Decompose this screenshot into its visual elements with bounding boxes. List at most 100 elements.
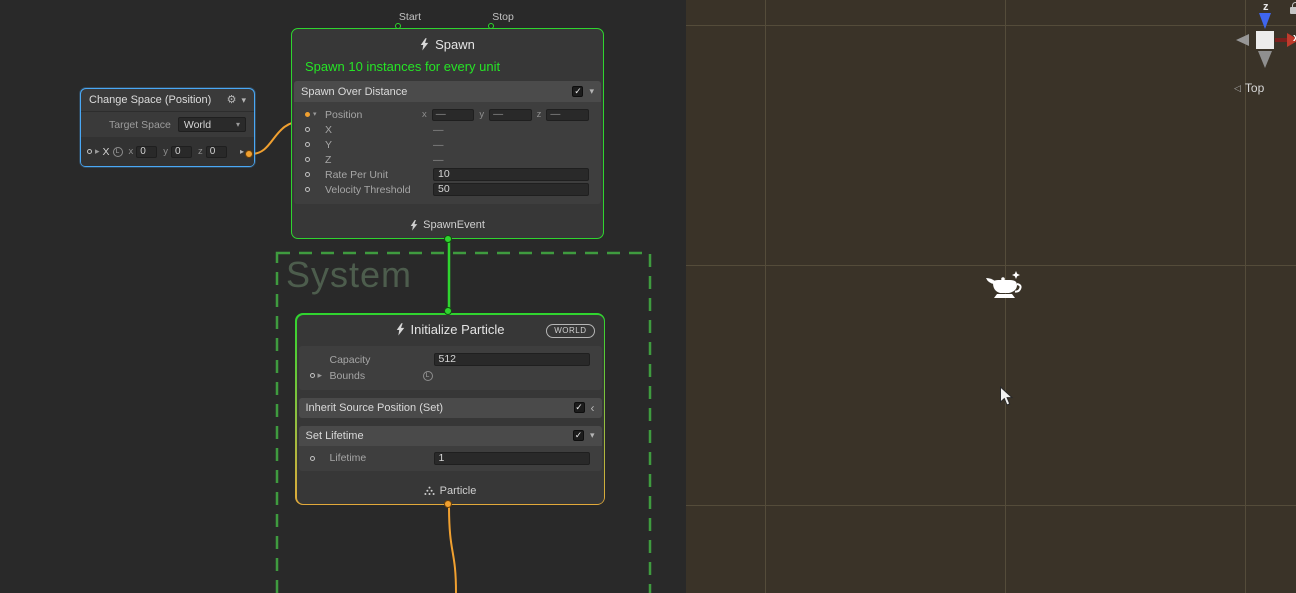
world-space-badge[interactable]: WORLD [546, 324, 594, 338]
block-enabled-checkbox[interactable] [572, 86, 583, 97]
output-arrow-icon [240, 147, 244, 156]
lifetime-input-port[interactable] [310, 456, 315, 461]
initialize-title: Initialize Particle [411, 322, 505, 337]
bounds-input-port[interactable] [310, 373, 315, 378]
view-orientation-label[interactable]: Top [1234, 81, 1264, 95]
chevron-down-icon[interactable] [241, 96, 246, 105]
gizmo-center-cube[interactable] [1256, 31, 1274, 49]
spawn-node-title: Spawn [435, 37, 475, 52]
chevron-down-icon[interactable] [589, 87, 594, 96]
y-input-port[interactable] [305, 142, 310, 147]
position-label: Position [325, 109, 422, 121]
capacity-field[interactable]: 512 [434, 353, 590, 366]
inherit-source-position-block[interactable]: Inherit Source Position (Set) [299, 398, 602, 418]
velocity-input-port[interactable] [305, 187, 310, 192]
z-row: Z — [294, 152, 601, 167]
velocity-threshold-label: Velocity Threshold [325, 184, 433, 196]
lock-icon[interactable] [1290, 2, 1296, 14]
visual-effect-gizmo-icon[interactable] [985, 269, 1025, 305]
axis-y-label: y [163, 146, 168, 157]
set-lifetime-block[interactable]: Set Lifetime [299, 426, 602, 446]
spawn-output-port[interactable] [444, 235, 452, 243]
x-label: X [325, 124, 433, 136]
position-y-field[interactable]: — [489, 109, 532, 121]
spawn-start-port-label: Start [399, 11, 421, 23]
scene-orientation-gizmo[interactable]: z x Top [1216, 0, 1296, 100]
lifetime-row: Lifetime 1 [299, 451, 602, 466]
target-space-dropdown[interactable]: World [178, 117, 246, 132]
y-value-field[interactable]: 0 [171, 146, 192, 158]
spawn-over-distance-block[interactable]: Spawn Over Distance Position x — y — [294, 81, 601, 204]
spawn-over-distance-title: Spawn Over Distance [301, 86, 407, 98]
capacity-row: Capacity 512 [299, 352, 602, 368]
change-space-io-row: X L x 0 y 0 z 0 [81, 137, 254, 166]
space-local-icon[interactable]: L [423, 371, 433, 381]
start-flow-port[interactable] [395, 23, 401, 29]
view-name: Top [1245, 81, 1264, 95]
change-space-header[interactable]: Change Space (Position) [81, 89, 254, 112]
position-x-field[interactable]: — [432, 109, 475, 121]
scene-view[interactable]: z x Top [686, 0, 1296, 593]
gizmo-down-axis-cone[interactable] [1258, 51, 1272, 68]
set-lifetime-title: Set Lifetime [306, 430, 364, 442]
block-enabled-checkbox[interactable] [573, 430, 584, 441]
block-enabled-checkbox[interactable] [574, 402, 585, 413]
y-value: — [433, 139, 444, 151]
spawn-over-distance-header[interactable]: Spawn Over Distance [294, 81, 601, 102]
stop-flow-port[interactable] [488, 23, 494, 29]
rate-input-port[interactable] [305, 172, 310, 177]
vfx-graph-canvas[interactable]: System Start Stop Spawn Spawn 10 instanc… [0, 0, 686, 593]
velocity-threshold-row: Velocity Threshold 50 [294, 182, 601, 197]
chevron-collapsed-icon[interactable] [591, 402, 595, 414]
space-local-icon[interactable]: L [113, 147, 123, 157]
lifetime-field[interactable]: 1 [434, 452, 590, 465]
grid-line [686, 265, 1296, 266]
x-value-field[interactable]: 0 [136, 146, 157, 158]
lightning-icon [396, 323, 405, 336]
gizmo-z-axis-label: z [1263, 1, 1269, 13]
z-value-field[interactable]: 0 [206, 146, 227, 158]
position-row: Position x — y — z — [294, 107, 601, 122]
gizmo-z-axis-arrow[interactable] [1259, 13, 1271, 29]
rate-per-unit-label: Rate Per Unit [325, 169, 433, 181]
initialize-settings: Capacity 512 Bounds L [299, 346, 602, 390]
axis-x-label: x [129, 146, 134, 157]
initialize-input-port[interactable] [444, 307, 452, 315]
particle-icon [424, 486, 435, 496]
axis-z-label: z [537, 109, 542, 120]
x-value: — [433, 124, 444, 136]
x-input-port[interactable] [305, 127, 310, 132]
vfx-graph-window: System Start Stop Spawn Spawn 10 instanc… [0, 0, 1296, 593]
rate-per-unit-row: Rate Per Unit 10 [294, 167, 601, 182]
spawn-context-node[interactable]: Start Stop Spawn Spawn 10 instances for … [291, 28, 604, 239]
change-space-node[interactable]: Change Space (Position) Target Space Wor… [80, 88, 255, 167]
velocity-threshold-field[interactable]: 50 [433, 183, 589, 196]
grid-line [686, 25, 1296, 26]
x-input-label: X [103, 146, 110, 158]
expand-icon[interactable] [95, 147, 100, 156]
initialize-particle-node[interactable]: Initialize Particle WORLD Capacity 512 B… [295, 313, 605, 505]
axis-x-label: x [422, 109, 427, 120]
gear-icon[interactable] [227, 95, 237, 106]
lightning-icon [420, 38, 429, 51]
position-z-field[interactable]: — [546, 109, 589, 121]
spawn-node-subtitle: Spawn 10 instances for every unit [292, 59, 603, 81]
chevron-down-icon[interactable] [590, 431, 595, 440]
inherit-source-position-title: Inherit Source Position (Set) [306, 402, 444, 414]
position-input-port[interactable] [305, 112, 310, 117]
y-label: Y [325, 139, 433, 151]
x-row: X — [294, 122, 601, 137]
z-input-port[interactable] [305, 157, 310, 162]
initialize-output-port[interactable] [444, 500, 452, 508]
spawn-node-title-bar: Spawn [292, 29, 603, 59]
wire-initialize-out[interactable] [449, 505, 456, 593]
foldout-icon[interactable] [313, 111, 317, 118]
x-input-port[interactable] [87, 149, 92, 154]
lightning-icon [410, 220, 418, 231]
rate-per-unit-field[interactable]: 10 [433, 168, 589, 181]
change-space-output-port[interactable] [245, 150, 253, 158]
view-arrow-icon [1234, 83, 1241, 94]
target-space-row: Target Space World [81, 112, 254, 137]
gizmo-left-axis-cone[interactable] [1236, 34, 1249, 46]
foldout-icon[interactable] [318, 371, 323, 380]
